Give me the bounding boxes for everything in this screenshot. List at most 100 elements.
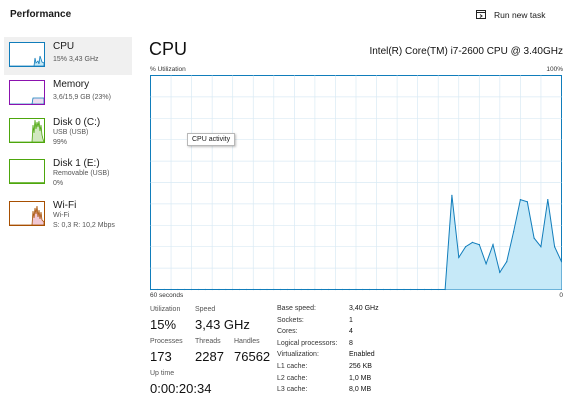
cpu-data-point [376, 288, 378, 291]
cpu-data-point [321, 288, 323, 291]
wifi-mini-graph [9, 201, 45, 226]
cpu-data-point [218, 288, 220, 291]
cpu-data-point [238, 288, 241, 291]
cpu-data-point [444, 288, 446, 291]
info-label: Cores: [277, 328, 298, 336]
cpu-data-point [197, 288, 200, 291]
cpu-data-point [554, 246, 556, 248]
cpu-data-point [396, 288, 398, 291]
cpu-data-point [273, 288, 275, 291]
uptime-value: 0:00:20:34 [150, 381, 212, 396]
sidebar-item-label: CPU [53, 41, 75, 52]
info-label: Sockets: [277, 316, 304, 324]
cpu-data-point [533, 237, 535, 239]
cpu-mini-graph [9, 42, 45, 67]
cpu-data-point [471, 241, 473, 243]
handles-label: Handles [234, 338, 260, 345]
cpu-data-point [492, 244, 494, 246]
cpu-data-point [437, 288, 439, 291]
cpu-data-point [156, 288, 158, 291]
cpu-data-point [266, 288, 268, 291]
info-value: 256 KB [349, 363, 372, 370]
cpu-data-point [191, 288, 193, 291]
cpu-data-point [540, 246, 542, 248]
sidebar-item-detail: 3,6/15,9 GB (23%) [53, 94, 111, 101]
cpu-data-point [204, 288, 206, 291]
cpu-data-point [362, 288, 364, 291]
cpu-data-point [355, 288, 357, 291]
run-new-task-label: Run new task [494, 10, 546, 20]
sidebar-item-detail: Removable (USB) [53, 170, 110, 177]
cpu-data-point [389, 288, 391, 291]
sidebar-item-detail: 99% [53, 139, 68, 146]
cpu-data-point [307, 288, 309, 291]
cpu-data-point [328, 288, 330, 291]
processes-label: Processes [150, 338, 183, 345]
sidebar-item-disk-0[interactable]: Disk 0 (C:) USB (USB) 99% [4, 113, 132, 151]
title-bar: Performance Run new task [0, 0, 575, 30]
cpu-data-point [293, 288, 295, 291]
cpu-data-point [451, 194, 453, 196]
info-value: 4 [349, 328, 353, 336]
cpu-data-point [513, 231, 515, 233]
sidebar-item-label: Disk 0 (C:) [53, 117, 101, 128]
run-new-task-button[interactable]: Run new task [472, 6, 550, 24]
info-value: Enabled [349, 351, 375, 359]
cpu-data-point [403, 288, 405, 291]
page-title: Performance [10, 9, 72, 20]
disk-1-mini-graph [9, 159, 45, 184]
sidebar: CPU 15% 3,43 GHz Memory 3,6/15,9 GB (23%… [0, 33, 140, 405]
cpu-data-point [245, 288, 247, 291]
y-axis-max-label: 100% [546, 66, 563, 73]
processes-value: 173 [150, 349, 172, 364]
cpu-data-point [430, 288, 432, 291]
info-value: 1 [349, 316, 353, 324]
sidebar-item-detail: USB (USB) [53, 129, 89, 136]
cpu-data-point [458, 256, 460, 258]
cpu-data-point [499, 271, 501, 273]
main-panel: CPU Intel(R) Core(TM) i7-2600 CPU @ 3.40… [140, 30, 575, 405]
cpu-data-point [177, 288, 179, 291]
sidebar-item-wifi[interactable]: Wi-Fi Wi-Fi S: 0,3 R: 10,2 Mbps [4, 196, 132, 234]
sidebar-item-label: Memory [53, 79, 90, 90]
info-label: Logical processors: [277, 339, 338, 347]
cpu-heading: CPU [149, 39, 188, 59]
sidebar-item-detail: 0% [53, 180, 64, 187]
utilization-label: Utilization [150, 306, 181, 313]
info-label: Base speed: [277, 305, 316, 312]
x-axis-right-label: 0 [559, 292, 563, 299]
cpu-data-point [314, 288, 316, 291]
info-label: L2 cache: [277, 374, 308, 382]
cpu-data-point [286, 288, 289, 291]
info-label: L3 cache: [277, 386, 308, 394]
cpu-data-point [526, 201, 528, 203]
cpu-data-point [232, 288, 234, 291]
cpu-data-point [382, 288, 384, 291]
threads-value: 2287 [195, 349, 224, 364]
sidebar-item-label: Disk 1 (E:) [53, 158, 100, 169]
sidebar-item-memory[interactable]: Memory 3,6/15,9 GB (23%) [4, 75, 132, 113]
sidebar-item-disk-1[interactable]: Disk 1 (E:) Removable (USB) 0% [4, 154, 132, 192]
run-task-icon [476, 9, 494, 22]
speed-value: 3,43 GHz [195, 317, 250, 332]
cpu-data-point [478, 244, 480, 246]
sidebar-item-cpu[interactable]: CPU 15% 3,43 GHz [4, 37, 132, 75]
cpu-data-point [348, 288, 350, 291]
graph-grid [150, 75, 562, 290]
utilization-value: 15% [150, 317, 177, 332]
cpu-data-point [423, 288, 426, 291]
cpu-data-point [259, 288, 261, 291]
cpu-data-point [170, 288, 172, 291]
handles-value: 76562 [234, 349, 271, 364]
cpu-model-name: Intel(R) Core(TM) i7-2600 CPU @ 3.40GHz [369, 46, 563, 57]
cpu-data-point [280, 288, 282, 291]
info-label: L1 cache: [277, 363, 308, 370]
cpu-utilization-graph[interactable] [150, 75, 562, 319]
cpu-data-point [465, 246, 467, 248]
cpu-data-point [300, 288, 302, 291]
cpu-data-point [547, 199, 549, 201]
cpu-data-point [252, 288, 254, 291]
info-label: Virtualization: [277, 351, 319, 359]
uptime-label: Up time [150, 370, 175, 377]
cpu-data-point [334, 288, 336, 291]
